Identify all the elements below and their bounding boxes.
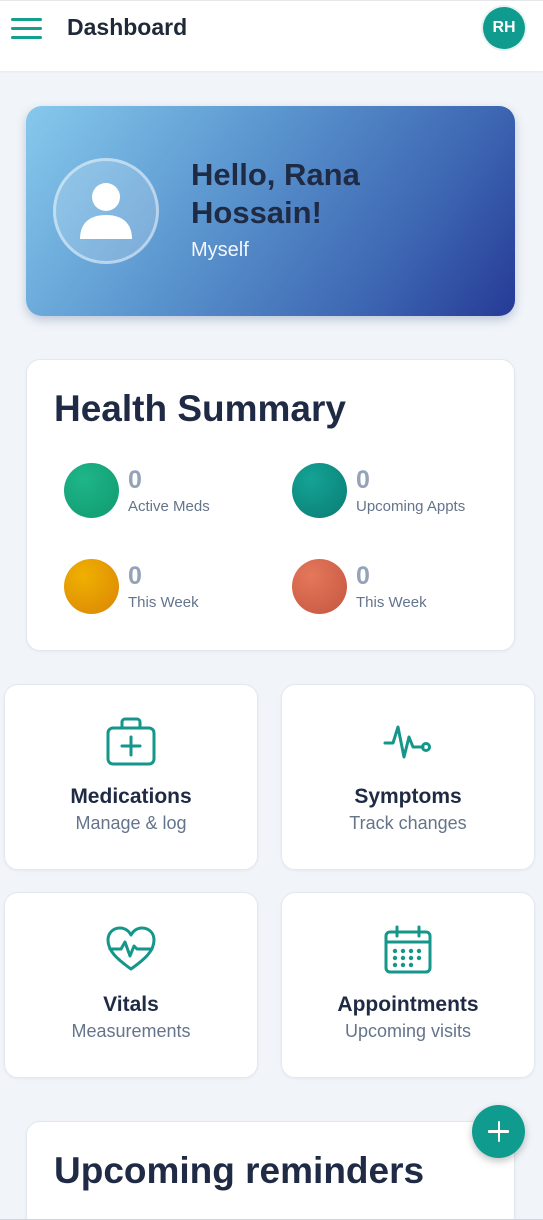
stat-indicator — [64, 463, 119, 518]
tile-subtitle: Measurements — [71, 1021, 191, 1041]
dashboard-screen: Dashboard RH Hello, Rana Hossain! Myself… — [0, 0, 543, 1220]
tile-subtitle: Track changes — [349, 813, 467, 833]
health-summary-title: Health Summary — [54, 388, 346, 429]
upcoming-reminders-card: Upcoming reminders — [26, 1121, 515, 1219]
symptoms-tile[interactable]: Symptoms Track changes — [281, 684, 535, 870]
stat-this-week-1: 0 This Week — [64, 559, 264, 619]
profile-greeting-card[interactable]: Hello, Rana Hossain! Myself — [26, 106, 515, 316]
upcoming-reminders-title: Upcoming reminders — [54, 1150, 425, 1191]
stat-indicator — [292, 559, 347, 614]
health-summary-card: Health Summary 0 Active Meds 0 Upcoming … — [26, 359, 515, 651]
medications-tile[interactable]: Medications Manage & log — [4, 684, 258, 870]
appointments-tile[interactable]: Appointments Upcoming visits — [281, 892, 535, 1078]
calendar-icon — [384, 925, 432, 974]
top-app-bar: Dashboard RH — [0, 0, 543, 71]
profile-avatar — [53, 158, 159, 264]
stat-label: Active Meds — [128, 498, 210, 515]
stat-label: This Week — [128, 594, 199, 611]
greeting-text: Hello, Rana Hossain! — [191, 157, 360, 230]
stat-this-week-2: 0 This Week — [292, 559, 492, 619]
heartbeat-icon — [106, 926, 156, 971]
hamburger-menu-icon[interactable] — [11, 18, 43, 40]
stat-value: 0 — [128, 562, 142, 590]
stat-indicator — [64, 559, 119, 614]
user-avatar[interactable]: RH — [483, 7, 525, 49]
tile-subtitle: Manage & log — [75, 813, 187, 833]
stat-label: This Week — [356, 594, 427, 611]
stat-active-meds: 0 Active Meds — [64, 463, 264, 523]
stat-label: Upcoming Appts — [356, 498, 466, 515]
user-icon — [80, 183, 132, 239]
stat-value: 0 — [356, 466, 370, 494]
add-fab-button[interactable] — [472, 1105, 525, 1158]
stat-value: 0 — [128, 466, 142, 494]
stat-value: 0 — [356, 562, 370, 590]
tile-subtitle: Upcoming visits — [344, 1021, 472, 1041]
tile-title: Vitals — [103, 993, 159, 1016]
first-aid-kit-icon — [106, 717, 156, 766]
stat-indicator — [292, 463, 347, 518]
stat-upcoming-appts: 0 Upcoming Appts — [292, 463, 492, 523]
pulse-stethoscope-icon — [383, 725, 431, 759]
tile-title: Appointments — [337, 993, 479, 1016]
tile-title: Medications — [70, 785, 192, 808]
page-title: Dashboard — [67, 14, 188, 40]
profile-relation: Myself — [191, 239, 249, 261]
tile-title: Symptoms — [354, 785, 462, 808]
vitals-tile[interactable]: Vitals Measurements — [4, 892, 258, 1078]
